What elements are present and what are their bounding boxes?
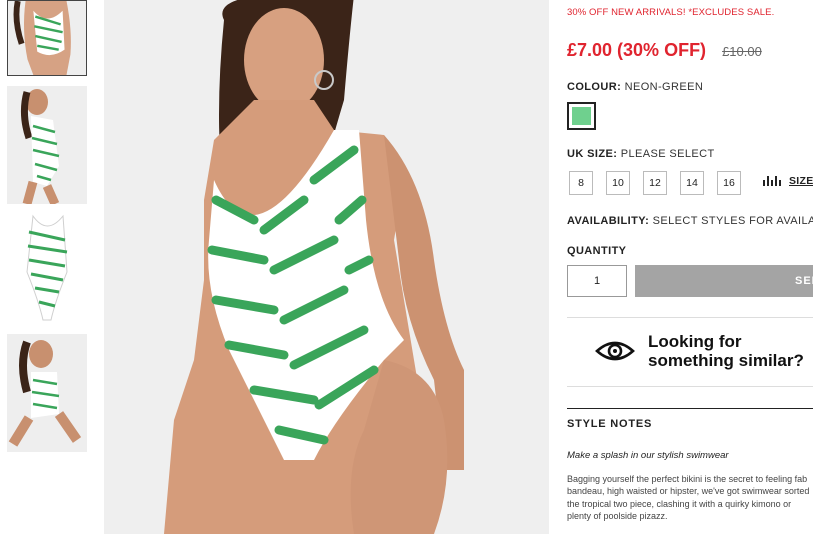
availability-label: AVAILABILITY: [567, 215, 650, 227]
promo-banner[interactable]: 30% OFF NEW ARRIVALS! *EXCLUDES SALE. [567, 7, 774, 18]
availability-value: SELECT STYLES FOR AVAILABILITY [652, 215, 813, 227]
size-value: PLEASE SELECT [620, 148, 715, 160]
size-options: 8 10 12 14 16 [569, 171, 754, 195]
model-illustration [104, 0, 549, 534]
style-notes-heading[interactable]: STYLE NOTES [567, 418, 652, 430]
style-notes-line: plenty of poolside pizazz. [567, 511, 668, 522]
size-option-8[interactable]: 8 [569, 171, 593, 195]
find-similar-line-1: Looking for [648, 332, 742, 351]
size-option-16[interactable]: 16 [717, 171, 741, 195]
main-product-image[interactable] [104, 0, 549, 534]
style-notes-line: Bagging yourself the perfect bikini is t… [567, 474, 808, 484]
quantity-input[interactable]: 1 [567, 265, 627, 297]
style-notes-line: the tropical two piece, clashing it with… [567, 498, 792, 509]
thumbnail-strip [0, 0, 95, 534]
price-row: £7.00 (30% OFF) £10.00 [567, 40, 762, 61]
ruler-icon [763, 176, 783, 186]
divider [567, 317, 813, 318]
size-guide-label: SIZE [789, 175, 813, 187]
style-notes-body: Bagging yourself the perfect bikini is t… [567, 473, 813, 523]
colour-label-row: COLOUR: NEON-GREEN [567, 81, 703, 93]
size-guide-link[interactable]: SIZE [763, 175, 813, 187]
divider [567, 386, 813, 387]
colour-swatch-neon-green[interactable] [567, 102, 596, 130]
find-similar-line-2: something similar? [648, 351, 804, 370]
size-option-10[interactable]: 10 [606, 171, 630, 195]
thumbnail-seated[interactable] [7, 334, 87, 452]
quantity-label-row: QUANTITY [567, 245, 626, 257]
product-details-panel: 30% OFF NEW ARRIVALS! *EXCLUDES SALE. £7… [567, 0, 813, 534]
size-option-14[interactable]: 14 [680, 171, 704, 195]
eye-icon [595, 341, 635, 361]
add-to-bag-button[interactable]: SELECT SIZE [635, 265, 813, 297]
style-notes-line: bandeau, high waisted or hipster, we've … [567, 486, 810, 497]
colour-label: COLOUR: [567, 81, 622, 93]
swatch-fill [572, 107, 591, 125]
find-similar-link[interactable]: Looking for something similar? [595, 332, 804, 370]
style-notes-tagline: Make a splash in our stylish swimwear [567, 450, 729, 461]
colour-value: NEON-GREEN [624, 81, 704, 93]
size-label: UK SIZE: [567, 148, 618, 160]
size-option-12[interactable]: 12 [643, 171, 667, 195]
thumbnail-flat[interactable] [7, 212, 87, 325]
thumbnail-side[interactable] [7, 86, 87, 204]
price-now: £7.00 (30% OFF) [567, 40, 707, 60]
quantity-label: QUANTITY [567, 245, 627, 257]
divider [567, 408, 813, 409]
find-similar-text: Looking for something similar? [648, 332, 804, 370]
size-label-row: UK SIZE: PLEASE SELECT [567, 148, 715, 160]
price-was: £10.00 [722, 44, 762, 59]
availability-row: AVAILABILITY: SELECT STYLES FOR AVAILABI… [567, 215, 813, 227]
thumbnail-front[interactable] [7, 0, 87, 76]
